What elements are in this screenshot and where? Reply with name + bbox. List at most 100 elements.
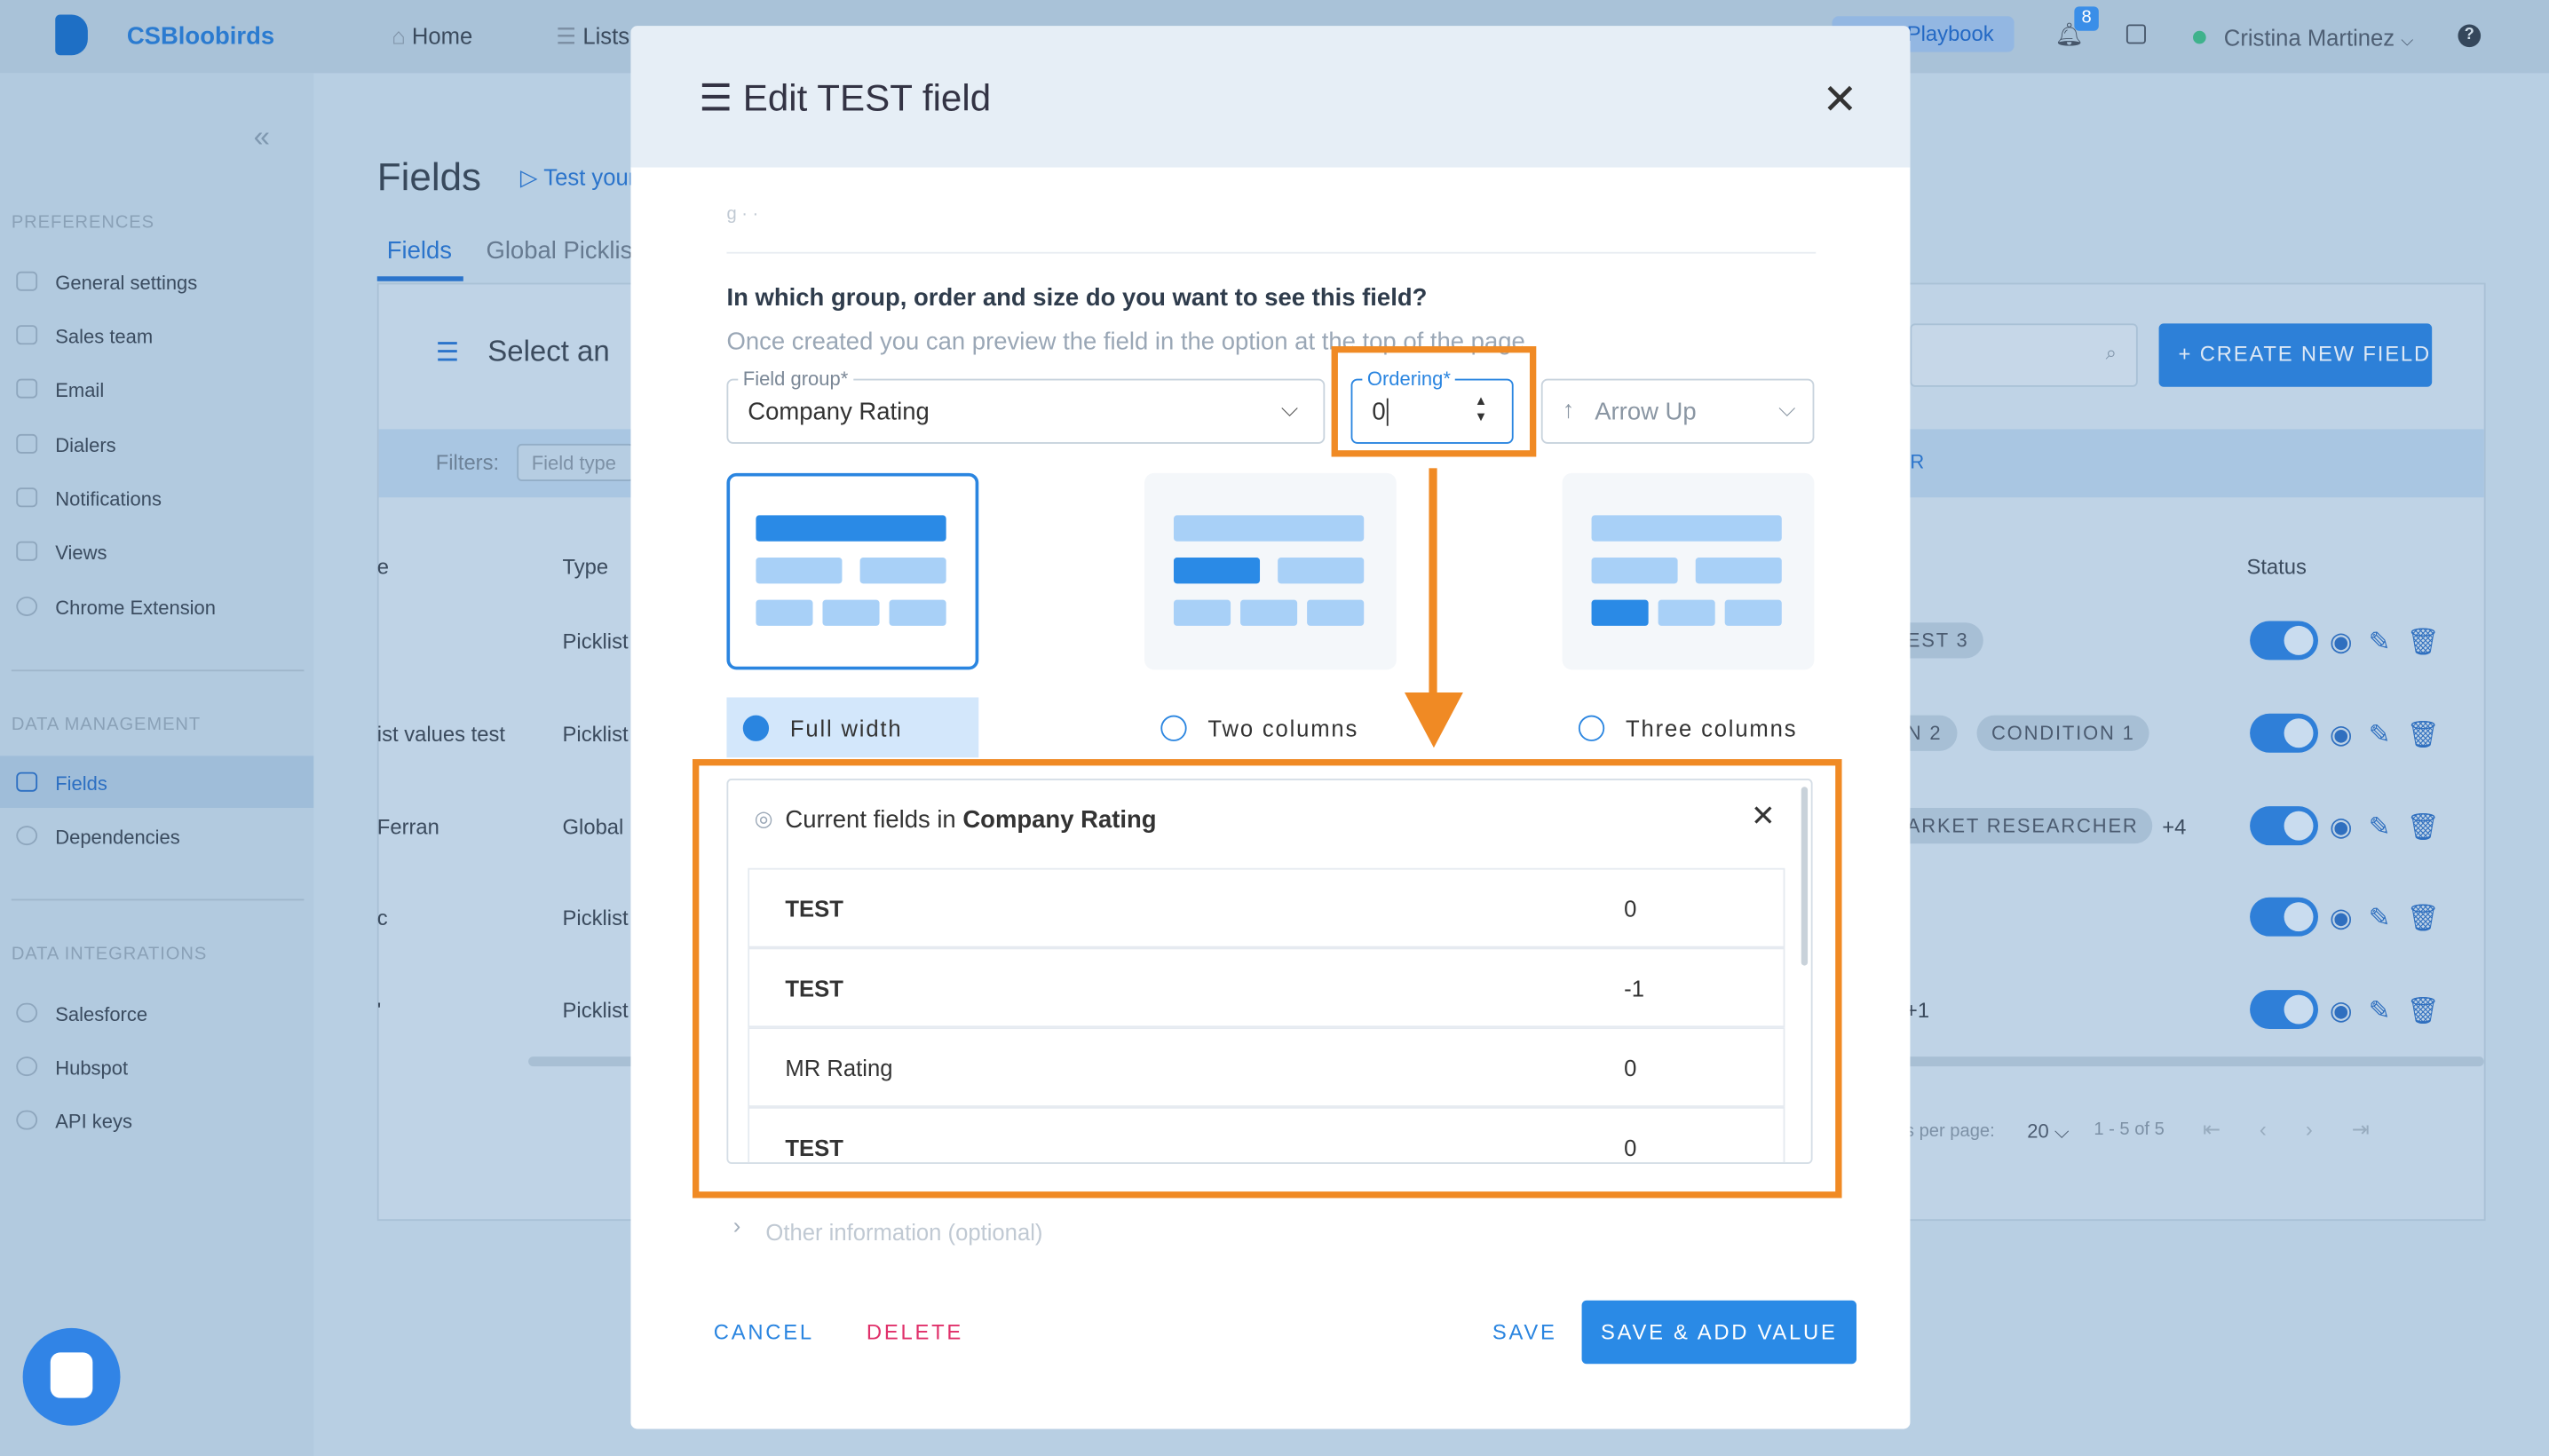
row-actions[interactable]: ◉✎🗑︎	[2330, 811, 2456, 844]
status-toggle[interactable]	[2250, 806, 2319, 846]
direction-select[interactable]: ↑ Arrow Up ⌵	[1540, 378, 1815, 444]
sidebar-item-email[interactable]: Email	[0, 362, 313, 415]
trash-icon[interactable]: 🗑︎	[2407, 629, 2457, 657]
account-name[interactable]: CSBloobirds	[127, 23, 274, 51]
sidebar-item-api-keys[interactable]: API keys	[0, 1094, 313, 1146]
row-type: Picklist	[562, 629, 629, 654]
arrow-head	[1404, 692, 1463, 748]
row-type: Global	[562, 814, 624, 839]
field-group-value: Company Rating	[748, 398, 930, 426]
radio-two-columns[interactable]: Two columns	[1144, 697, 1397, 757]
tab-global-picklists[interactable]: Global Picklis	[486, 237, 632, 265]
chat-launcher-icon[interactable]	[22, 1327, 121, 1426]
row-actions[interactable]: ◉✎🗑︎	[2330, 626, 2456, 659]
layout-full-width-preview[interactable]	[726, 472, 979, 670]
phone-icon	[16, 433, 38, 454]
cancel-button[interactable]: CANCEL	[714, 1320, 814, 1344]
test-your-field-link[interactable]: ▷ Test your	[520, 164, 636, 192]
sidebar-item-chrome-extension[interactable]: Chrome Extension	[0, 581, 313, 633]
prev-page-icon[interactable]: ‹	[2260, 1117, 2306, 1141]
last-page-icon[interactable]: ⇥	[2352, 1117, 2409, 1141]
bloobirds-logo-icon[interactable]	[55, 14, 88, 56]
status-toggle[interactable]	[2250, 621, 2319, 661]
row-type: Picklist	[562, 998, 629, 1023]
sidebar-item-dependencies[interactable]: Dependencies	[0, 810, 313, 862]
chevron-right-icon[interactable]: ›	[733, 1213, 741, 1238]
radio-three-columns[interactable]: Three columns	[1563, 697, 1815, 757]
pagination-controls[interactable]: ⇤‹›⇥	[2203, 1117, 2409, 1143]
pencil-icon[interactable]: ✎	[2369, 722, 2407, 749]
notification-count: 8	[2074, 6, 2099, 31]
tab-fields[interactable]: Fields	[387, 237, 452, 265]
column-header-type: Type	[562, 554, 609, 579]
link-icon	[16, 1110, 38, 1130]
row-actions[interactable]: ◉✎🗑︎	[2330, 995, 2456, 1028]
nav-home[interactable]: ⌂ Home	[392, 23, 472, 49]
trash-icon[interactable]: 🗑︎	[2407, 998, 2457, 1025]
sidebar-item-general-settings[interactable]: General settings	[0, 255, 313, 307]
trash-icon[interactable]: 🗑︎	[2407, 814, 2457, 842]
sidebar-item-dialers[interactable]: Dialers	[0, 418, 313, 471]
status-toggle[interactable]	[2250, 990, 2319, 1030]
help-icon[interactable]: ?	[2458, 24, 2482, 48]
collapse-sidebar-icon[interactable]: «	[254, 120, 270, 154]
eye-icon	[16, 826, 38, 846]
sidebar-item-sales-team[interactable]: Sales team	[0, 309, 313, 361]
arrow-up-icon: ↑	[1562, 396, 1575, 424]
save-and-add-value-button[interactable]: SAVE & ADD VALUE	[1581, 1300, 1857, 1365]
column-header-name: e	[376, 554, 390, 579]
sidebar-item-hubspot[interactable]: Hubspot	[0, 1041, 313, 1093]
sidebar-item-salesforce[interactable]: Salesforce	[0, 986, 313, 1039]
arrow-annotation	[1429, 468, 1437, 696]
delete-button[interactable]: DELETE	[867, 1320, 963, 1344]
cloud-icon	[16, 1002, 38, 1023]
sidebar-divider	[11, 669, 305, 672]
rows-per-page-select[interactable]: 20 ⌵	[2027, 1120, 2069, 1144]
radio-unselected-icon	[1578, 715, 1605, 741]
column-header-status: Status	[2246, 554, 2307, 579]
trash-icon[interactable]: 🗑︎	[2407, 722, 2457, 749]
pencil-icon[interactable]: ✎	[2369, 629, 2407, 657]
search-input[interactable]: ⌕	[1910, 323, 2138, 387]
calendar-icon[interactable]	[2125, 24, 2146, 44]
pencil-icon[interactable]: ✎	[2369, 998, 2407, 1025]
row-type: Picklist	[562, 721, 629, 747]
other-information-toggle[interactable]: Other information (optional)	[765, 1219, 1042, 1245]
layout-two-columns-preview[interactable]	[1144, 472, 1397, 670]
save-button[interactable]: SAVE	[1492, 1320, 1557, 1344]
create-new-field-button[interactable]: + CREATE NEW FIELD	[2158, 323, 2433, 387]
eye-icon[interactable]: ◉	[2330, 814, 2369, 842]
list-icon: ☰	[556, 22, 583, 49]
field-group-label: Field group*	[738, 367, 853, 391]
eye-icon[interactable]: ◉	[2330, 722, 2369, 749]
close-icon[interactable]: ✕	[1823, 75, 1858, 125]
pencil-icon[interactable]: ✎	[2369, 814, 2407, 842]
row-actions[interactable]: ◉✎🗑︎	[2330, 718, 2456, 751]
field-type-filter[interactable]: Field type	[517, 443, 635, 481]
sidebar-item-views[interactable]: Views	[0, 525, 313, 577]
status-toggle[interactable]	[2250, 713, 2319, 753]
rows-per-page-label: s per page:	[1904, 1121, 1995, 1142]
field-group-select[interactable]: Field group* Company Rating ⌵	[726, 367, 1326, 444]
next-page-icon[interactable]: ›	[2306, 1117, 2352, 1141]
radio-full-width[interactable]: Full width	[726, 697, 979, 758]
status-toggle[interactable]	[2250, 897, 2319, 937]
eye-icon[interactable]: ◉	[2330, 629, 2369, 657]
sidebar-item-fields[interactable]: Fields	[0, 756, 314, 809]
row-actions[interactable]: ◉✎🗑︎	[2330, 902, 2456, 935]
layout-three-columns-preview[interactable]	[1562, 472, 1815, 670]
nav-lists[interactable]: ☰ Lists	[556, 23, 629, 51]
ordering-highlight	[1331, 346, 1537, 457]
divider	[726, 251, 1817, 254]
pencil-icon[interactable]: ✎	[2369, 906, 2407, 933]
select-entity-label: Select an	[487, 335, 610, 368]
eye-icon[interactable]: ◉	[2330, 998, 2369, 1025]
search-icon: ⌕	[2105, 341, 2117, 365]
first-page-icon[interactable]: ⇤	[2203, 1117, 2260, 1141]
section-preferences: PREFERENCES	[11, 212, 155, 233]
eye-icon[interactable]: ◉	[2330, 906, 2369, 933]
trash-icon[interactable]: 🗑︎	[2407, 906, 2457, 933]
filter-link[interactable]: R	[1910, 450, 1924, 473]
user-menu[interactable]: Cristina Martinez ⌵	[2224, 24, 2413, 50]
sidebar-item-notifications[interactable]: Notifications	[0, 471, 313, 524]
